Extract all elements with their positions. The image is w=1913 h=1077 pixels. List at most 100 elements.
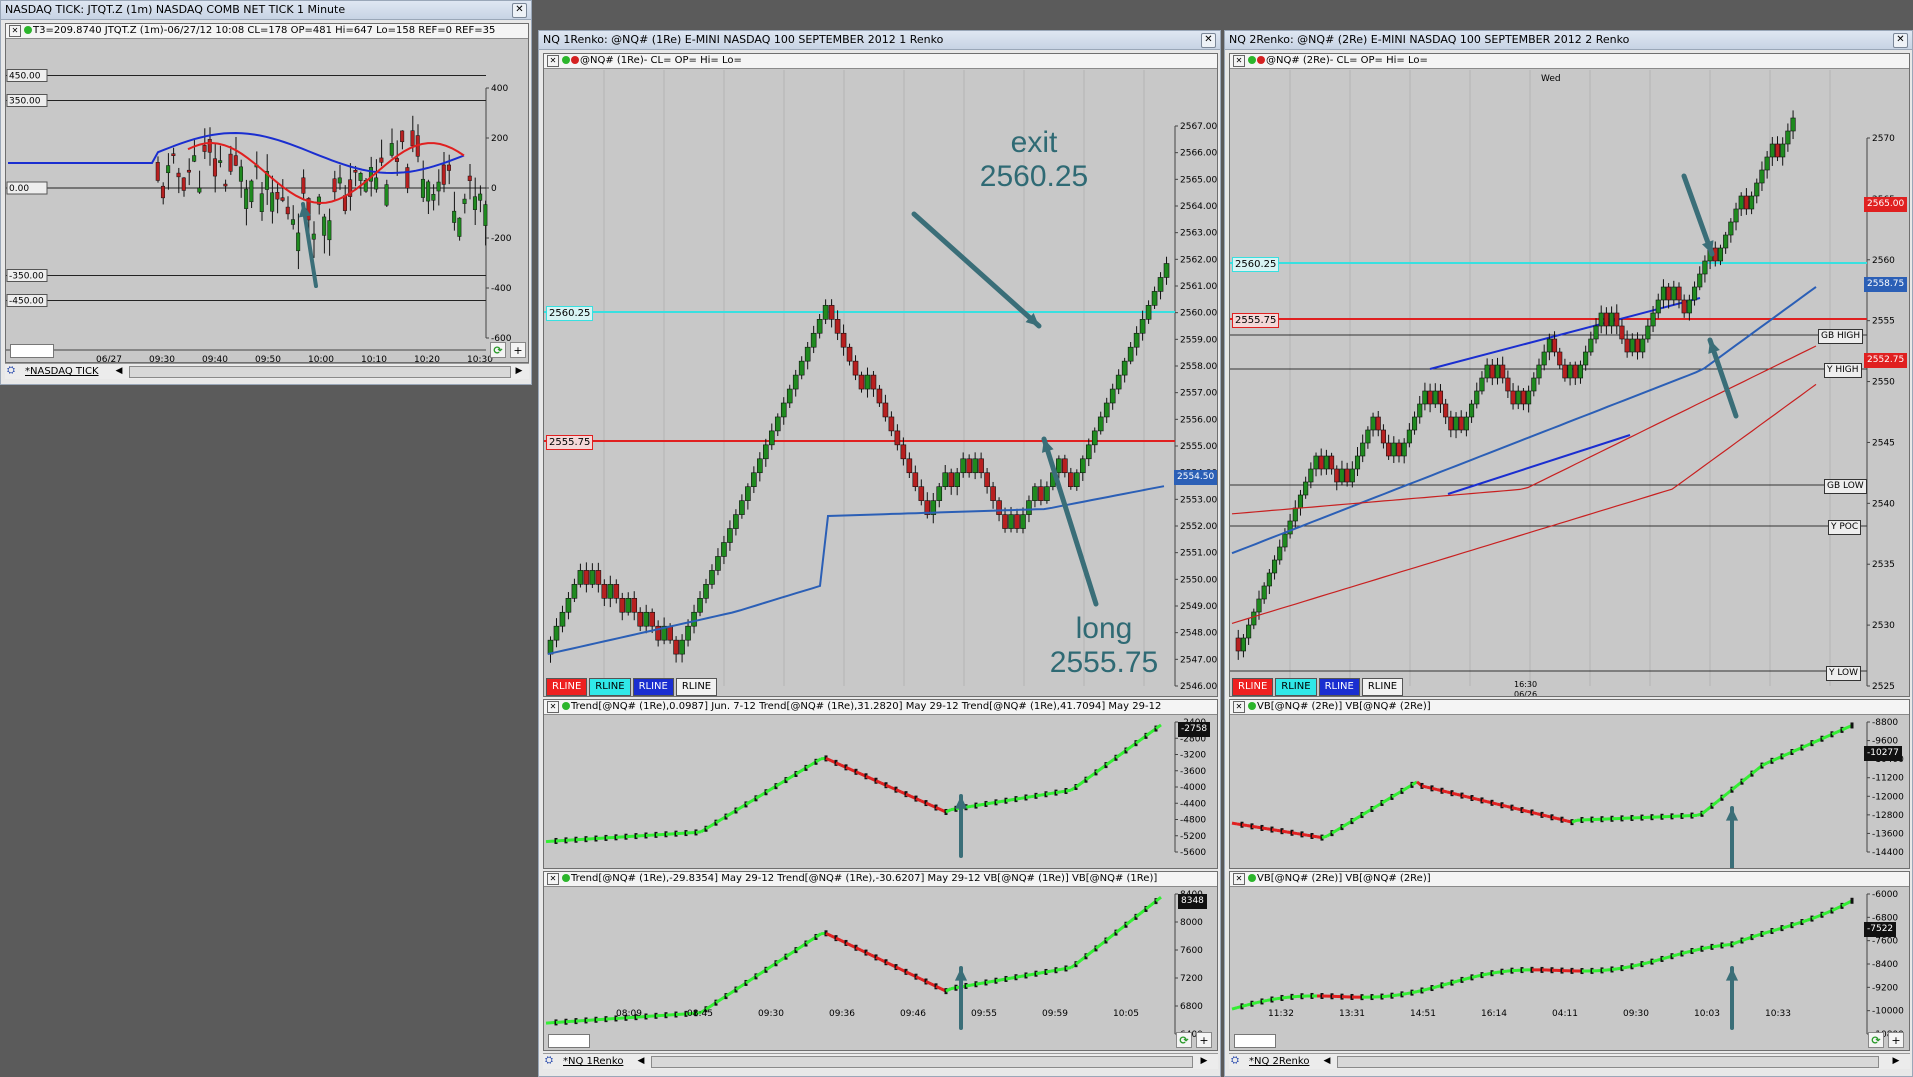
rline-white-button[interactable]: RLINE	[1361, 678, 1404, 696]
rline-red-button[interactable]: RLINE	[1232, 678, 1274, 696]
x-axis-label: 09:30	[758, 1009, 784, 1019]
renko2-scroll-thumb[interactable]	[1337, 1056, 1879, 1068]
scroll-right-icon[interactable]: ▶	[1890, 1055, 1902, 1067]
up-brick	[774, 416, 781, 432]
tick-candle	[176, 172, 181, 178]
ref-line-label: 350.00	[9, 97, 41, 107]
rline-red-button[interactable]: RLINE	[546, 678, 588, 696]
down-brick	[1380, 429, 1386, 444]
renko2-add-button[interactable]: +	[1888, 1032, 1904, 1048]
annotation-arrow-line	[1041, 436, 1099, 607]
rline-cyan-button[interactable]: RLINE	[1275, 678, 1317, 696]
renko2-vb1-canvas[interactable]: -8800-9600-10400-11200-12000-12800-13600…	[1230, 700, 1910, 869]
x-axis-label: 10:10	[361, 355, 387, 363]
renko2-tag-blue: 2558.75	[1864, 277, 1908, 292]
annotation-arrow-head	[954, 968, 968, 981]
osc-up-segment	[1841, 726, 1848, 732]
down-brick	[1396, 442, 1402, 457]
tick-symbol-input[interactable]	[10, 344, 54, 358]
renko1-trend-pane[interactable]: ✕ Trend[@NQ# (1Re),0.0987] Jun. 7-12 Tren…	[543, 699, 1218, 869]
up-brick	[960, 458, 966, 474]
renko2-close-button[interactable]: ✕	[1893, 33, 1908, 48]
renko1-vb-canvas[interactable]: 84008000760072006800640008:0908:4509:300…	[544, 872, 1218, 1051]
tick-close-button[interactable]: ✕	[512, 3, 527, 18]
down-brick	[1443, 403, 1449, 418]
renko2-price-pane[interactable]: ✕@NQ# (2Re)- CL= OP= Hi= Lo= 25702565256…	[1229, 53, 1910, 697]
up-brick	[798, 360, 805, 376]
tick-window-title[interactable]: NASDAQ TICK: JTQT.Z (1m) NASDAQ COMB NET…	[1, 1, 531, 20]
renko1-refresh-icon[interactable]: ⟳	[1176, 1032, 1192, 1048]
annotation-arrow-head	[954, 796, 968, 809]
tick-add-button[interactable]: +	[510, 342, 526, 358]
renko2-vb2-pane[interactable]: ✕ VB[@NQ# (2Re)] VB[@NQ# (2Re)] -6000 -680…	[1229, 871, 1910, 1051]
y-axis-label: -200	[491, 234, 512, 244]
renko1-price-pane[interactable]: ✕ @NQ# (1Re)- CL= OP= Hi= Lo= 2567.00 2566…	[543, 53, 1218, 697]
tick-candle	[452, 210, 457, 223]
renko1-scroll-thumb[interactable]	[651, 1056, 1193, 1068]
osc-up-segment	[1125, 919, 1132, 926]
scroll-right-icon[interactable]: ▶	[1198, 1055, 1210, 1067]
down-brick	[1634, 338, 1641, 353]
tick-scroll-thumb[interactable]	[129, 366, 511, 378]
scroll-right-icon[interactable]: ▶	[513, 365, 525, 377]
tab-nq-2renko[interactable]: *NQ 2Renko	[1249, 1055, 1309, 1069]
down-brick	[876, 388, 883, 404]
scroll-left-icon[interactable]: ◀	[635, 1055, 647, 1067]
tick-candle	[155, 162, 160, 181]
renko1-title-text: NQ 1Renko: @NQ# (1Re) E-MINI NASDAQ 100 …	[543, 33, 944, 46]
down-brick	[673, 639, 679, 655]
scroll-left-icon[interactable]: ◀	[113, 365, 125, 377]
y-axis-label: 2562.00	[1180, 255, 1217, 265]
tick-candle	[244, 188, 249, 209]
osc-up-segment	[1231, 1006, 1238, 1011]
osc-up-segment	[1611, 967, 1618, 971]
osc-up-segment	[1481, 972, 1488, 977]
renko1-symbol-input[interactable]	[548, 1034, 590, 1048]
rline-white-button[interactable]: RLINE	[675, 678, 718, 696]
osc-down-segment	[865, 774, 872, 780]
renko2-vb1-pane[interactable]: ✕ VB[@NQ# (2Re)] VB[@NQ# (2Re)] -8800 -960…	[1229, 699, 1910, 869]
up-brick	[1339, 468, 1345, 483]
renko1-last-price-tag: 2554.50	[1174, 470, 1217, 485]
renko2-refresh-icon[interactable]: ⟳	[1868, 1032, 1884, 1048]
osc-up-segment	[1451, 979, 1458, 985]
renko2-price-canvas[interactable]: 2570256525602555255025452540253525302525	[1230, 54, 1910, 697]
rline-cyan-button[interactable]: RLINE	[589, 678, 631, 696]
rline-blue-button[interactable]: RLINE	[1318, 678, 1360, 696]
y-axis-label: 2555.00	[1180, 442, 1217, 452]
renko1-close-button[interactable]: ✕	[1201, 33, 1216, 48]
renko1-window-title[interactable]: NQ 1Renko: @NQ# (1Re) E-MINI NASDAQ 100 …	[539, 31, 1220, 50]
tick-refresh-icon[interactable]: ⟳	[490, 342, 506, 358]
tick-chart-pane[interactable]: ✕ T3=209.8740 JTQT.Z (1m)-06/27/12 10:08 …	[5, 23, 529, 363]
renko1-vb-pane[interactable]: ✕ Trend[@NQ# (1Re),-29.8354] May 29-12 Tr…	[543, 871, 1218, 1051]
renko2-level-high-tag: 2560.25	[1232, 257, 1280, 272]
nasdaq-tick-window: NASDAQ TICK: JTQT.Z (1m) NASDAQ COMB NET…	[0, 0, 532, 385]
osc-up-segment	[1135, 911, 1142, 919]
osc-up-segment	[1095, 943, 1102, 950]
rline-blue-button[interactable]: RLINE	[632, 678, 674, 696]
renko2-symbol-input[interactable]	[1234, 1034, 1276, 1048]
up-brick	[607, 584, 614, 599]
tab-nasdaq-tick[interactable]: *NASDAQ TICK	[25, 365, 99, 379]
osc-down-segment	[875, 779, 882, 785]
down-brick	[888, 416, 895, 432]
up-brick	[1091, 430, 1098, 446]
osc-up-segment	[1821, 911, 1828, 917]
renko1-add-button[interactable]: +	[1196, 1032, 1212, 1048]
osc-down-segment	[1431, 786, 1438, 792]
renko1-trend-canvas[interactable]: -2400-2800-3200-3600-4000-4400-4800-5200…	[544, 700, 1218, 869]
osc-up-segment	[1711, 944, 1718, 949]
renko2-vb2-canvas[interactable]: -6000-6800-7600-8400-9200-10000-1080011:…	[1230, 872, 1910, 1051]
scroll-left-icon[interactable]: ◀	[1321, 1055, 1333, 1067]
up-brick	[715, 556, 721, 571]
y-axis-label: -11200	[1872, 774, 1904, 784]
osc-down-segment	[925, 801, 932, 807]
renko2-window-title[interactable]: NQ 2Renko: @NQ# (2Re) E-MINI NASDAQ 100 …	[1225, 31, 1912, 50]
down-brick	[631, 597, 638, 613]
x-axis-label: 10:00	[308, 355, 334, 363]
tab-nq-1renko[interactable]: *NQ 1Renko	[563, 1055, 623, 1069]
tick-tabbar: ⛭ *NASDAQ TICK ◀ ▶	[5, 363, 529, 379]
ref-line-label: 0.00	[9, 184, 29, 194]
up-brick	[559, 611, 566, 627]
tick-chart-canvas[interactable]: 4002000-200-400-600450.00350.000.00-350.…	[6, 24, 529, 363]
